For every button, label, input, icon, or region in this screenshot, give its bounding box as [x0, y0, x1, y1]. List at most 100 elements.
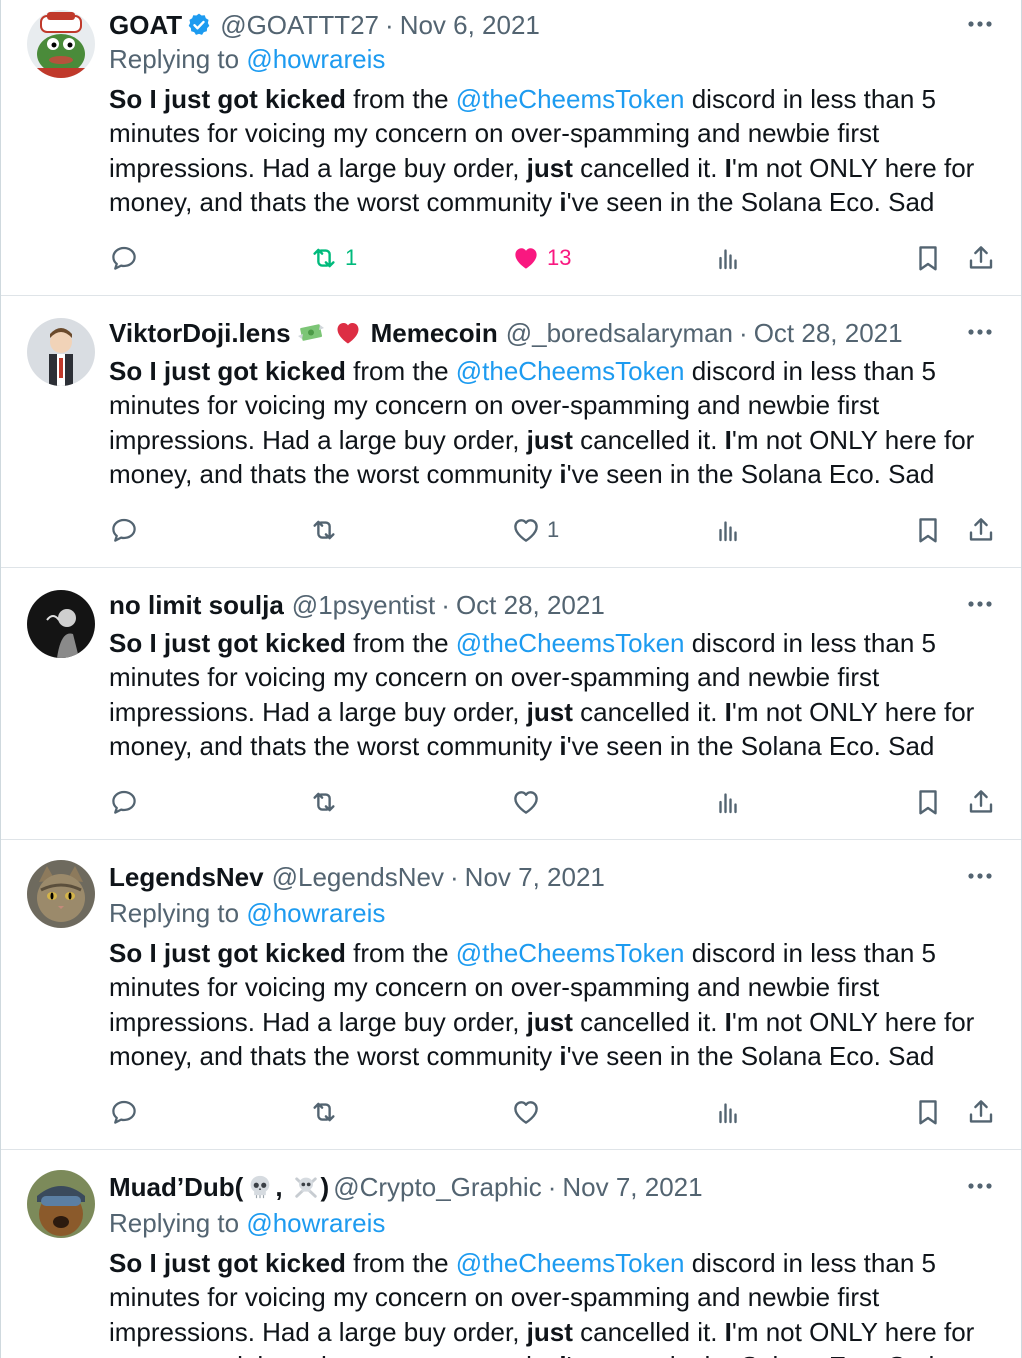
retweet-button[interactable]	[309, 784, 339, 820]
views-button[interactable]	[713, 784, 743, 820]
like-button[interactable]: 1	[511, 512, 559, 548]
user-handle[interactable]: @GOATTT27	[220, 10, 379, 41]
views-button[interactable]	[713, 240, 743, 276]
reply-icon	[109, 515, 139, 545]
like-button[interactable]	[511, 784, 541, 820]
text-bold: just	[526, 152, 573, 183]
display-name[interactable]: ViktorDoji.lens	[109, 318, 291, 349]
user-handle[interactable]: @1psyentist	[292, 590, 435, 621]
display-name-suffix[interactable]: Memecoin	[371, 318, 498, 349]
avatar[interactable]	[27, 590, 95, 658]
text-bold: i	[559, 187, 567, 218]
mention-link[interactable]: @theCheemsToken	[456, 1248, 685, 1278]
text: cancelled it.	[572, 1316, 725, 1347]
text-bold: just	[526, 1006, 573, 1037]
display-name[interactable]: Muad’Dub(	[109, 1172, 243, 1203]
tweet-actions: 1 13	[1, 240, 1021, 276]
views-button[interactable]	[713, 512, 743, 548]
money-with-wings-icon	[295, 320, 327, 346]
retweet-button[interactable]: 1	[309, 240, 357, 276]
tweet[interactable]: GOAT @GOATTT27 · Nov 6, 2021 Replying to…	[1, 0, 1021, 296]
like-button[interactable]	[511, 1094, 541, 1130]
replying-handle-link[interactable]: @howrareis	[246, 1208, 385, 1238]
avatar[interactable]	[27, 10, 95, 78]
heart-filled-icon	[511, 243, 541, 273]
retweet-count: 1	[345, 245, 358, 270]
separator: ·	[547, 1171, 557, 1202]
reply-button[interactable]	[109, 512, 139, 548]
reply-icon	[109, 787, 139, 817]
mention-link[interactable]: @theCheemsToken	[456, 84, 685, 114]
retweet-icon	[309, 1097, 339, 1127]
more-options-icon[interactable]	[963, 318, 997, 346]
bookmark-button[interactable]	[913, 240, 943, 276]
tweet[interactable]: Muad’Dub( , ) @Crypto_Graphic · Nov 7, 2…	[1, 1150, 1021, 1358]
replying-label: Replying to	[109, 44, 247, 74]
bookmark-button[interactable]	[913, 512, 943, 548]
text-bold: So I just got kicked	[109, 628, 346, 658]
tweet[interactable]: LegendsNev @LegendsNev · Nov 7, 2021 Rep…	[1, 840, 1021, 1150]
avatar[interactable]	[27, 318, 95, 386]
tweet-header: ViktorDoji.lens Memecoin @_boredsalaryma…	[109, 316, 953, 350]
mention-link[interactable]: @theCheemsToken	[456, 938, 685, 968]
retweet-icon	[309, 515, 339, 545]
tweet-date[interactable]: Nov 7, 2021	[562, 1172, 702, 1203]
tweet-header: GOAT @GOATTT27 · Nov 6, 2021	[109, 8, 953, 42]
text-bold: So I just got kicked	[109, 356, 346, 386]
reply-button[interactable]	[109, 1094, 139, 1130]
like-button[interactable]: 13	[511, 240, 571, 276]
reply-button[interactable]	[109, 240, 139, 276]
text: 've seen in the Solana Eco. Sad	[566, 459, 935, 490]
views-button[interactable]	[713, 1094, 743, 1130]
retweet-button[interactable]	[309, 1094, 339, 1130]
mention-link[interactable]: @theCheemsToken	[456, 356, 685, 386]
verified-badge-icon	[186, 12, 212, 38]
mention-link[interactable]: @theCheemsToken	[456, 628, 685, 658]
red-heart-icon	[333, 319, 363, 347]
text: cancelled it.	[572, 424, 725, 455]
user-handle[interactable]: @LegendsNev	[272, 862, 444, 893]
share-icon	[966, 243, 996, 273]
avatar[interactable]	[27, 860, 95, 928]
replying-handle-link[interactable]: @howrareis	[246, 44, 385, 74]
tweet-text: So I just got kicked from the @theCheems…	[109, 936, 989, 1074]
display-name[interactable]: GOAT	[109, 10, 182, 41]
tweet-date[interactable]: Oct 28, 2021	[456, 590, 605, 621]
retweet-button[interactable]	[309, 512, 339, 548]
heart-icon	[511, 515, 541, 545]
share-button[interactable]	[966, 784, 996, 820]
share-button[interactable]	[966, 1094, 996, 1130]
display-name-separator: ,	[275, 1171, 283, 1202]
share-button[interactable]	[966, 240, 996, 276]
replying-handle-link[interactable]: @howrareis	[246, 898, 385, 928]
tweet-header: Muad’Dub( , ) @Crypto_Graphic · Nov 7, 2…	[109, 1170, 953, 1204]
text-bold: just	[526, 696, 573, 727]
text-bold: just	[526, 424, 573, 455]
user-handle[interactable]: @_boredsalaryman	[506, 318, 733, 349]
reply-button[interactable]	[109, 784, 139, 820]
tweet[interactable]: no limit soulja @1psyentist · Oct 28, 20…	[1, 568, 1021, 840]
text: 've seen in the Solana Eco. Sad	[566, 731, 935, 762]
tweet-date[interactable]: Oct 28, 2021	[754, 318, 903, 349]
bookmark-button[interactable]	[913, 784, 943, 820]
tweet-actions	[1, 1094, 1021, 1130]
more-options-icon[interactable]	[963, 590, 997, 618]
text-bold: i	[559, 1041, 567, 1072]
text: from the	[345, 1248, 456, 1278]
bookmark-button[interactable]	[913, 1094, 943, 1130]
text-bold: I	[724, 1006, 732, 1037]
text-bold: I	[724, 1316, 732, 1347]
display-name[interactable]: no limit soulja	[109, 590, 284, 621]
display-name[interactable]: LegendsNev	[109, 862, 264, 893]
share-icon	[966, 515, 996, 545]
user-handle[interactable]: @Crypto_Graphic	[333, 1172, 541, 1203]
tweet-date[interactable]: Nov 6, 2021	[400, 10, 540, 41]
share-button[interactable]	[966, 512, 996, 548]
avatar[interactable]	[27, 1170, 95, 1238]
tweet[interactable]: ViktorDoji.lens Memecoin @_boredsalaryma…	[1, 296, 1021, 568]
more-options-icon[interactable]	[963, 10, 997, 38]
more-options-icon[interactable]	[963, 1172, 997, 1200]
tweet-date[interactable]: Nov 7, 2021	[465, 862, 605, 893]
text-bold: i	[559, 731, 567, 762]
more-options-icon[interactable]	[963, 862, 997, 890]
